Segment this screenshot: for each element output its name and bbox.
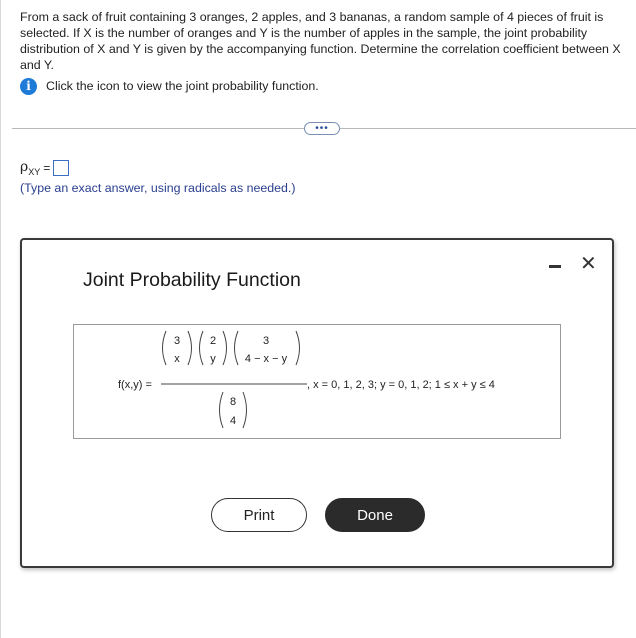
formula-domain: , x = 0, 1, 2, 3; y = 0, 1, 2; 1 ≤ x + y… [307,379,495,391]
den-binom-top: 8 [230,396,236,408]
binom3-right-paren [295,330,300,366]
den-binom-bottom: 4 [230,415,236,427]
answer-instruction: (Type an exact answer, using radicals as… [20,181,296,195]
question-text: From a sack of fruit containing 3 orange… [20,10,621,72]
binom1-right-paren [187,330,192,366]
rho-subscript: XY [28,166,41,177]
den-binom-left-paren [219,391,224,429]
binom2-top: 2 [210,335,216,347]
formula-lhs: f(x,y) = [118,379,152,391]
hint-row: i Click the icon to view the joint proba… [20,77,319,95]
print-button[interactable]: Print [211,498,307,532]
binom1-top: 3 [174,335,180,347]
joint-probability-dialog: ✕ Joint Probability Function f(x,y) = 3 … [20,238,614,568]
den-binom-right-paren [242,391,247,429]
done-button[interactable]: Done [325,498,425,532]
binom1-bottom: x [174,353,180,365]
hint-text: Click the icon to view the joint probabi… [46,79,319,93]
expand-more-button[interactable]: ••• [304,122,340,135]
left-border [0,0,1,638]
dialog-title: Joint Probability Function [83,269,301,291]
binom2-bottom: y [210,353,216,365]
rho-symbol: ρXY [20,159,41,177]
info-icon[interactable]: i [20,77,37,95]
answer-input[interactable] [53,159,70,176]
formula-panel: f(x,y) = 3 x 2 y 3 4 − x − y 8 4 , x = 0… [73,324,561,439]
binom3-left-paren [234,330,239,366]
answer-row: ρXY = [20,159,70,177]
binom3-top: 3 [263,335,269,347]
minimize-icon[interactable] [549,265,561,268]
binom3-bottom: 4 − x − y [245,353,288,365]
binom1-left-paren [162,330,167,366]
close-icon[interactable]: ✕ [580,254,597,274]
joint-probability-formula: f(x,y) = 3 x 2 y 3 4 − x − y 8 4 , x = 0… [118,330,495,429]
binom2-right-paren [222,330,227,366]
binom2-left-paren [199,330,204,366]
answer-equals: = [43,160,51,175]
